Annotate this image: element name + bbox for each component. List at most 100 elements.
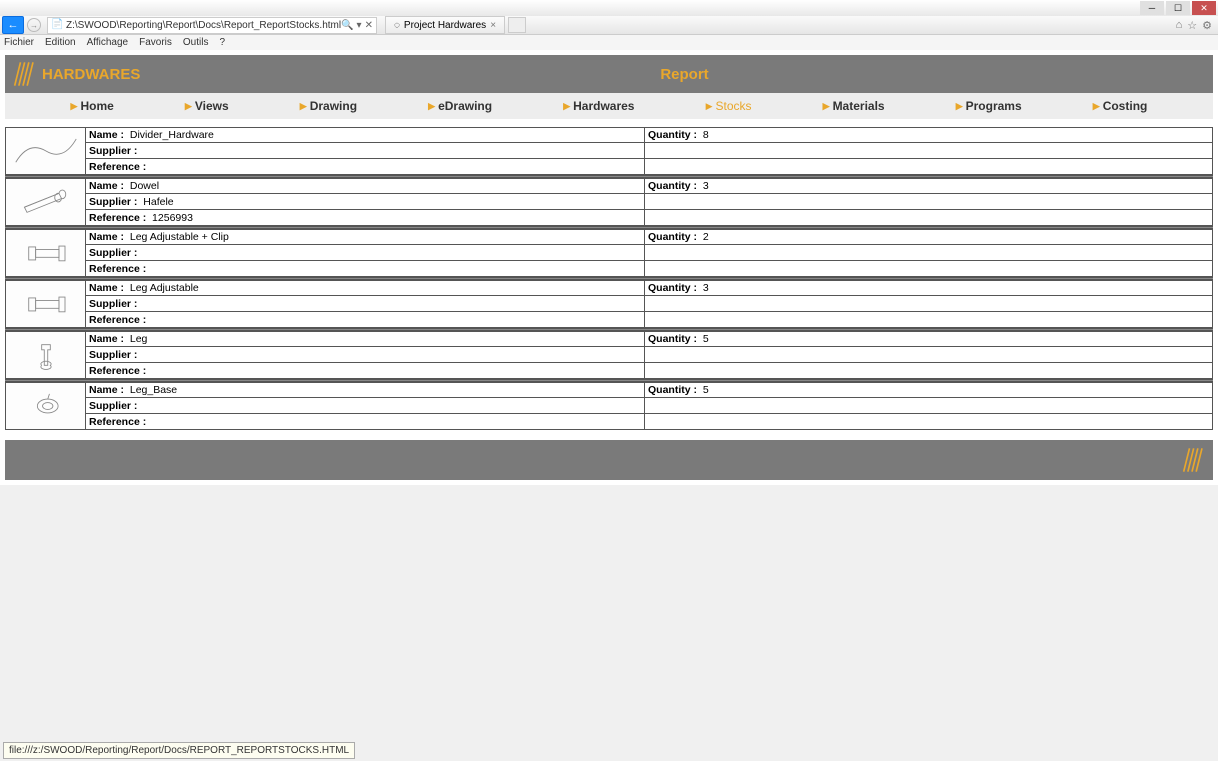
tab-title: Project Hardwares bbox=[404, 20, 486, 31]
field-line: Reference : bbox=[85, 312, 1213, 328]
field-line: Name : Leg Adjustable + ClipQuantity : 2 bbox=[85, 229, 1213, 245]
menu-affichage[interactable]: Affichage bbox=[87, 37, 129, 48]
field-line: Name : LegQuantity : 5 bbox=[85, 331, 1213, 347]
cell-right: Quantity : 3 bbox=[645, 179, 1212, 193]
nav-item-materials[interactable]: ▶Materials bbox=[823, 99, 885, 113]
cell-right bbox=[645, 363, 1212, 378]
table-row: Name : Leg Adjustable + ClipQuantity : 2… bbox=[5, 229, 1213, 277]
cell-right: Quantity : 5 bbox=[645, 332, 1212, 346]
cell-left: Name : Divider_Hardware bbox=[86, 128, 645, 142]
tab-close-button[interactable]: × bbox=[490, 20, 496, 31]
triangle-icon: ▶ bbox=[956, 101, 963, 112]
cell-left: Supplier : Hafele bbox=[86, 194, 645, 209]
field-value: Leg bbox=[130, 333, 148, 345]
field-line: Supplier : bbox=[85, 143, 1213, 159]
new-tab-button[interactable] bbox=[508, 17, 526, 33]
cell-right: Quantity : 8 bbox=[645, 128, 1212, 142]
hardware-fields: Name : LegQuantity : 5 Supplier : Referen… bbox=[85, 331, 1213, 379]
menu-fichier[interactable]: Fichier bbox=[4, 37, 34, 48]
tab-loading-icon: ◌ bbox=[394, 20, 400, 31]
field-label: Name : bbox=[89, 180, 124, 192]
footer-band bbox=[5, 440, 1213, 480]
nav-item-costing[interactable]: ▶Costing bbox=[1093, 99, 1148, 113]
browser-toolbar: ← → 📄 Z:\SWOOD\Reporting\Report\Docs\Rep… bbox=[0, 16, 1218, 35]
field-value: Hafele bbox=[143, 196, 173, 208]
cell-left: Supplier : bbox=[86, 245, 645, 260]
menu-favoris[interactable]: Favoris bbox=[139, 37, 172, 48]
field-label: Reference : bbox=[89, 416, 146, 428]
cell-right bbox=[645, 398, 1212, 413]
nav-label: Costing bbox=[1103, 99, 1148, 113]
table-row: Name : Leg AdjustableQuantity : 3 Supplie… bbox=[5, 280, 1213, 328]
field-label: Supplier : bbox=[89, 349, 137, 361]
nav-label: Drawing bbox=[310, 99, 357, 113]
field-value: Dowel bbox=[130, 180, 159, 192]
home-icon[interactable]: ⌂ bbox=[1176, 19, 1183, 32]
cell-right bbox=[645, 296, 1212, 311]
cell-left: Reference : bbox=[86, 363, 645, 378]
menu-help[interactable]: ? bbox=[219, 37, 225, 48]
field-label: Supplier : bbox=[89, 298, 137, 310]
address-text: Z:\SWOOD\Reporting\Report\Docs\Report_Re… bbox=[66, 20, 341, 31]
nav-item-home[interactable]: ▶Home bbox=[71, 99, 114, 113]
address-controls: 🔍▾✕ bbox=[341, 20, 373, 31]
field-line: Reference : bbox=[85, 159, 1213, 175]
field-label: Supplier : bbox=[89, 196, 137, 208]
cell-right bbox=[645, 194, 1212, 209]
nav-back-button[interactable]: ← bbox=[2, 16, 24, 34]
nav-item-hardwares[interactable]: ▶Hardwares bbox=[563, 99, 634, 113]
status-bar: file:///z:/SWOOD/Reporting/Report/Docs/R… bbox=[3, 742, 355, 759]
field-line: Name : Divider_HardwareQuantity : 8 bbox=[85, 127, 1213, 143]
cell-right bbox=[645, 210, 1212, 225]
hardware-thumbnail bbox=[5, 331, 85, 379]
address-bar[interactable]: 📄 Z:\SWOOD\Reporting\Report\Docs\Report_… bbox=[47, 17, 377, 34]
field-label: Name : bbox=[89, 384, 124, 396]
tools-icon[interactable]: ⚙ bbox=[1202, 19, 1212, 32]
field-label: Reference : bbox=[89, 161, 146, 173]
field-line: Name : Dowel Quantity : 3 bbox=[85, 178, 1213, 194]
field-value: 8 bbox=[703, 129, 709, 141]
field-label: Supplier : bbox=[89, 145, 137, 157]
field-label: Quantity : bbox=[648, 384, 697, 396]
triangle-icon: ▶ bbox=[823, 101, 830, 112]
field-line: Reference : bbox=[85, 261, 1213, 277]
field-value: 3 bbox=[703, 180, 709, 192]
hardware-fields: Name : Divider_HardwareQuantity : 8Suppl… bbox=[85, 127, 1213, 175]
favorites-icon[interactable]: ☆ bbox=[1187, 19, 1197, 32]
cell-left: Name : Leg Adjustable bbox=[86, 281, 645, 295]
cell-right bbox=[645, 159, 1212, 174]
page-title: HARDWARES bbox=[42, 66, 140, 83]
field-label: Reference : bbox=[89, 365, 146, 377]
cell-right bbox=[645, 347, 1212, 362]
menu-outils[interactable]: Outils bbox=[183, 37, 209, 48]
window-maximize-button[interactable]: ☐ bbox=[1166, 1, 1190, 15]
nav-forward-button[interactable]: → bbox=[27, 18, 41, 32]
section-title: Report bbox=[660, 66, 708, 83]
nav-item-edrawing[interactable]: ▶eDrawing bbox=[428, 99, 492, 113]
cell-right bbox=[645, 312, 1212, 327]
menu-edition[interactable]: Edition bbox=[45, 37, 76, 48]
field-label: Supplier : bbox=[89, 247, 137, 259]
window-minimize-button[interactable]: ─ bbox=[1140, 1, 1164, 15]
cell-left: Name : Leg_Base bbox=[86, 383, 645, 397]
field-label: Name : bbox=[89, 129, 124, 141]
field-line: Name : Leg AdjustableQuantity : 3 bbox=[85, 280, 1213, 296]
field-line: Reference : 1256993 bbox=[85, 210, 1213, 226]
cell-left: Reference : bbox=[86, 261, 645, 276]
nav-label: eDrawing bbox=[438, 99, 492, 113]
nav-item-programs[interactable]: ▶Programs bbox=[956, 99, 1022, 113]
field-value: Divider_Hardware bbox=[130, 129, 214, 141]
field-value: 5 bbox=[703, 333, 709, 345]
hardware-thumbnail bbox=[5, 382, 85, 430]
browser-tab[interactable]: ◌ Project Hardwares × bbox=[385, 16, 505, 34]
window-close-button[interactable]: ✕ bbox=[1192, 1, 1216, 15]
nav-item-stocks[interactable]: ▶Stocks bbox=[706, 99, 752, 113]
field-line: Reference : bbox=[85, 414, 1213, 430]
table-row: Name : Divider_HardwareQuantity : 8Suppl… bbox=[5, 127, 1213, 175]
field-value: 3 bbox=[703, 282, 709, 294]
field-line: Supplier : bbox=[85, 347, 1213, 363]
swood-footer-logo-icon bbox=[1179, 445, 1205, 475]
nav-item-views[interactable]: ▶Views bbox=[185, 99, 229, 113]
nav-item-drawing[interactable]: ▶Drawing bbox=[300, 99, 357, 113]
cell-left: Name : Leg bbox=[86, 332, 645, 346]
